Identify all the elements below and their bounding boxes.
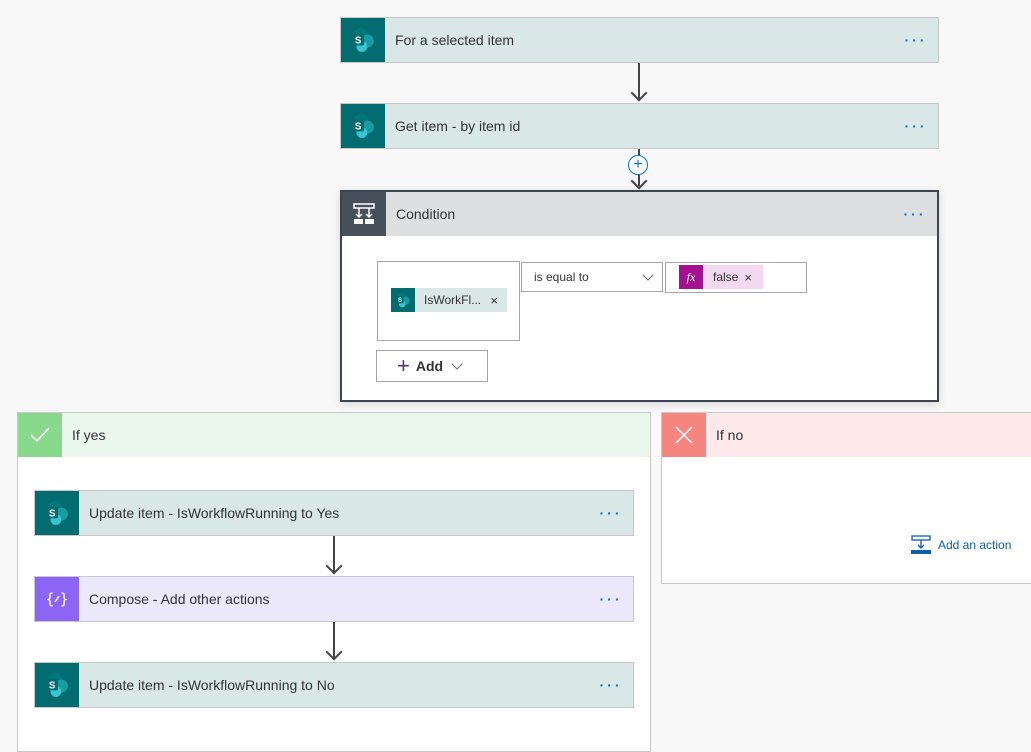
action-title: Update item - IsWorkflowRunning to Yes <box>89 505 340 521</box>
more-options-button[interactable]: ··· <box>589 663 633 707</box>
more-options-button[interactable]: ··· <box>894 104 938 148</box>
condition-card: Condition ··· IsWorkFl... × is equal to … <box>340 190 939 402</box>
add-action-icon <box>911 535 931 554</box>
fx-icon: fx <box>679 265 703 289</box>
step-title: For a selected item <box>395 32 515 48</box>
expression-token-false[interactable]: fx false × <box>679 265 763 289</box>
condition-left-operand[interactable]: IsWorkFl... × <box>377 261 520 341</box>
step-for-a-selected-item[interactable]: For a selected item ··· <box>340 17 939 63</box>
action-update-item-yes[interactable]: Update item - IsWorkflowRunning to Yes ·… <box>34 490 634 536</box>
remove-token-icon[interactable]: × <box>490 293 507 308</box>
token-label: false <box>713 270 739 284</box>
step-title: Get item - by item id <box>395 118 521 134</box>
arrow-down-icon <box>630 84 648 102</box>
checkmark-icon <box>18 413 62 457</box>
plus-icon: + <box>397 353 410 378</box>
more-options-button[interactable]: ··· <box>893 192 937 236</box>
sharepoint-icon <box>341 104 385 148</box>
if-no-header[interactable]: If no <box>662 413 1031 457</box>
if-no-title: If no <box>716 427 744 443</box>
token-label: IsWorkFl... <box>424 293 482 307</box>
operator-value: is equal to <box>534 270 589 284</box>
more-options-button[interactable]: ··· <box>589 491 633 535</box>
chevron-down-icon <box>451 358 463 370</box>
condition-icon <box>342 192 386 236</box>
compose-icon: { } <box>35 577 79 621</box>
add-an-action-button[interactable]: Add an action <box>910 535 1011 555</box>
chevron-down-icon <box>642 269 654 281</box>
add-condition-button[interactable]: + Add <box>376 350 488 382</box>
if-yes-title: If yes <box>72 427 106 443</box>
arrow-down-icon <box>630 172 648 190</box>
action-compose[interactable]: { } Compose - Add other actions ··· <box>34 576 634 622</box>
condition-header[interactable]: Condition ··· <box>342 192 937 236</box>
condition-title: Condition <box>396 206 456 222</box>
sharepoint-icon <box>341 18 385 62</box>
sharepoint-icon <box>35 491 79 535</box>
if-no-branch: If no Add an action <box>661 412 1031 584</box>
more-options-button[interactable]: ··· <box>589 577 633 621</box>
action-title: Compose - Add other actions <box>89 591 270 607</box>
remove-token-icon[interactable]: × <box>738 270 752 285</box>
operator-dropdown[interactable]: is equal to <box>521 262 663 292</box>
sharepoint-icon <box>391 288 415 312</box>
close-icon <box>662 413 706 457</box>
condition-right-operand[interactable]: fx false × <box>665 262 807 293</box>
if-yes-header[interactable]: If yes <box>18 413 650 457</box>
dynamic-token-isworkflowrunning[interactable]: IsWorkFl... × <box>391 288 507 312</box>
more-options-button[interactable]: ··· <box>894 18 938 62</box>
add-label: Add <box>415 358 444 374</box>
action-update-item-no[interactable]: Update item - IsWorkflowRunning to No ··… <box>34 662 634 708</box>
add-an-action-label: Add an action <box>938 538 1012 552</box>
action-title: Update item - IsWorkflowRunning to No <box>89 677 335 693</box>
sharepoint-icon <box>35 663 79 707</box>
step-get-item[interactable]: Get item - by item id ··· <box>340 103 939 149</box>
